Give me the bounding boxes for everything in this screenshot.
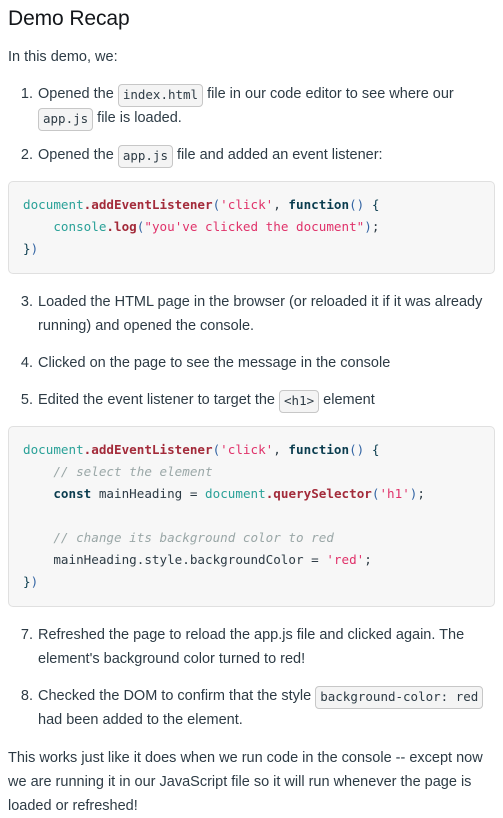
code-token-str: 'red'	[326, 552, 365, 567]
code-token-punc: ,	[273, 442, 289, 457]
step-number: 3.	[20, 294, 33, 310]
inline-code-chip: app.js	[117, 145, 173, 168]
step-number: 7.	[20, 627, 33, 643]
code-token-brace: }	[23, 241, 31, 256]
code-token-plain: mainHeading.style.backgroundColor	[53, 552, 304, 567]
code-token-obj: document	[205, 486, 266, 501]
steps-list-top: 1. Opened the index.html file in our code…	[8, 82, 495, 168]
inline-code-chip: background-color: red	[315, 686, 484, 709]
step-number: 4.	[20, 355, 33, 371]
code-token-str: 'click'	[220, 197, 274, 212]
closing-paragraph: This works just like it does when we run…	[8, 750, 483, 814]
step-text: Opened the	[38, 147, 118, 163]
step-text: had been added to the element.	[38, 712, 243, 728]
step-item: 7. Refreshed the page to reload the app.j…	[21, 623, 495, 671]
page-title: Demo Recap	[8, 7, 130, 30]
code-token-brace: }	[23, 574, 31, 589]
step-text: Edited the event listener to target the	[38, 392, 280, 408]
code-token-meth: .log	[106, 219, 137, 234]
step-text: element	[319, 392, 375, 408]
code-token-obj: console	[53, 219, 107, 234]
code-token-punc: ;	[417, 486, 425, 501]
steps-list-middle: 3. Loaded the HTML page in the browser (o…	[8, 290, 495, 413]
intro-paragraph: In this demo, we:	[8, 49, 118, 65]
step-text: Checked the DOM to confirm that the styl…	[38, 688, 316, 704]
step-item: 1. Opened the index.html file in our code…	[21, 82, 495, 131]
code-token-plain: mainHeading	[91, 486, 190, 501]
code-token-punc: ,	[273, 197, 289, 212]
code-block-1: document.addEventListener('click', funct…	[8, 181, 495, 274]
inline-code-chip: <h1>	[279, 390, 320, 413]
code-token-paren: )	[30, 574, 39, 589]
code-token-op: =	[311, 552, 319, 567]
code-token-paren: ()	[349, 442, 365, 457]
code-block-1-content: document.addEventListener('click', funct…	[23, 194, 480, 260]
step-item: 3. Loaded the HTML page in the browser (o…	[21, 290, 495, 338]
code-token-meth: .querySelector	[265, 486, 372, 501]
code-token-str: 'click'	[220, 442, 274, 457]
code-token-punc: ;	[364, 552, 372, 567]
code-token-obj: document	[23, 442, 84, 457]
code-token-kw: function	[288, 442, 350, 457]
code-token-kw: const	[53, 486, 92, 501]
step-text: Refreshed the page to reload the app.js …	[38, 627, 465, 667]
inline-code-chip: index.html	[117, 84, 204, 107]
steps-list-bottom: 7. Refreshed the page to reload the app.j…	[8, 623, 495, 732]
code-token-paren: )	[364, 219, 372, 234]
step-text: Loaded the HTML page in the browser (or …	[38, 294, 483, 334]
step-text: Opened the	[38, 86, 118, 102]
code-token-com: // change its background color to red	[53, 530, 334, 545]
code-token-brace: {	[371, 442, 380, 457]
step-text: file is loaded.	[93, 110, 182, 126]
code-token-obj: document	[23, 197, 84, 212]
step-text: Clicked on the page to see the message i…	[38, 355, 391, 371]
step-number: 1.	[20, 86, 33, 102]
code-token-str: 'h1'	[379, 486, 410, 501]
step-number: 8.	[20, 688, 33, 704]
code-block-2-content: document.addEventListener('click', funct…	[23, 439, 480, 593]
code-token-meth: .addEventListener	[83, 442, 213, 457]
code-token-com: // select the element	[53, 464, 213, 479]
inline-code-chip: app.js	[38, 108, 94, 131]
step-number: 2.	[20, 147, 33, 163]
code-token-meth: .addEventListener	[83, 197, 213, 212]
code-block-2: document.addEventListener('click', funct…	[8, 426, 495, 607]
step-item: 8. Checked the DOM to confirm that the st…	[21, 684, 495, 732]
recap-page: Demo Recap In this demo, we: 1. Opened th…	[0, 0, 503, 818]
code-token-brace: {	[371, 197, 380, 212]
code-token-punc: ;	[371, 219, 380, 234]
step-item: 5. Edited the event listener to target th…	[21, 388, 495, 413]
step-text: file in our code editor to see where our	[203, 86, 454, 102]
code-token-paren: ()	[349, 197, 365, 212]
step-item: 4. Clicked on the page to see the message…	[21, 351, 495, 375]
code-token-kw: function	[288, 197, 350, 212]
step-item: 2. Opened the app.js file and added an ev…	[21, 143, 495, 168]
step-text: file and added an event listener:	[172, 147, 383, 163]
step-number: 5.	[20, 392, 33, 408]
code-token-paren: )	[30, 241, 39, 256]
code-token-str: "you've clicked the document"	[144, 219, 365, 234]
